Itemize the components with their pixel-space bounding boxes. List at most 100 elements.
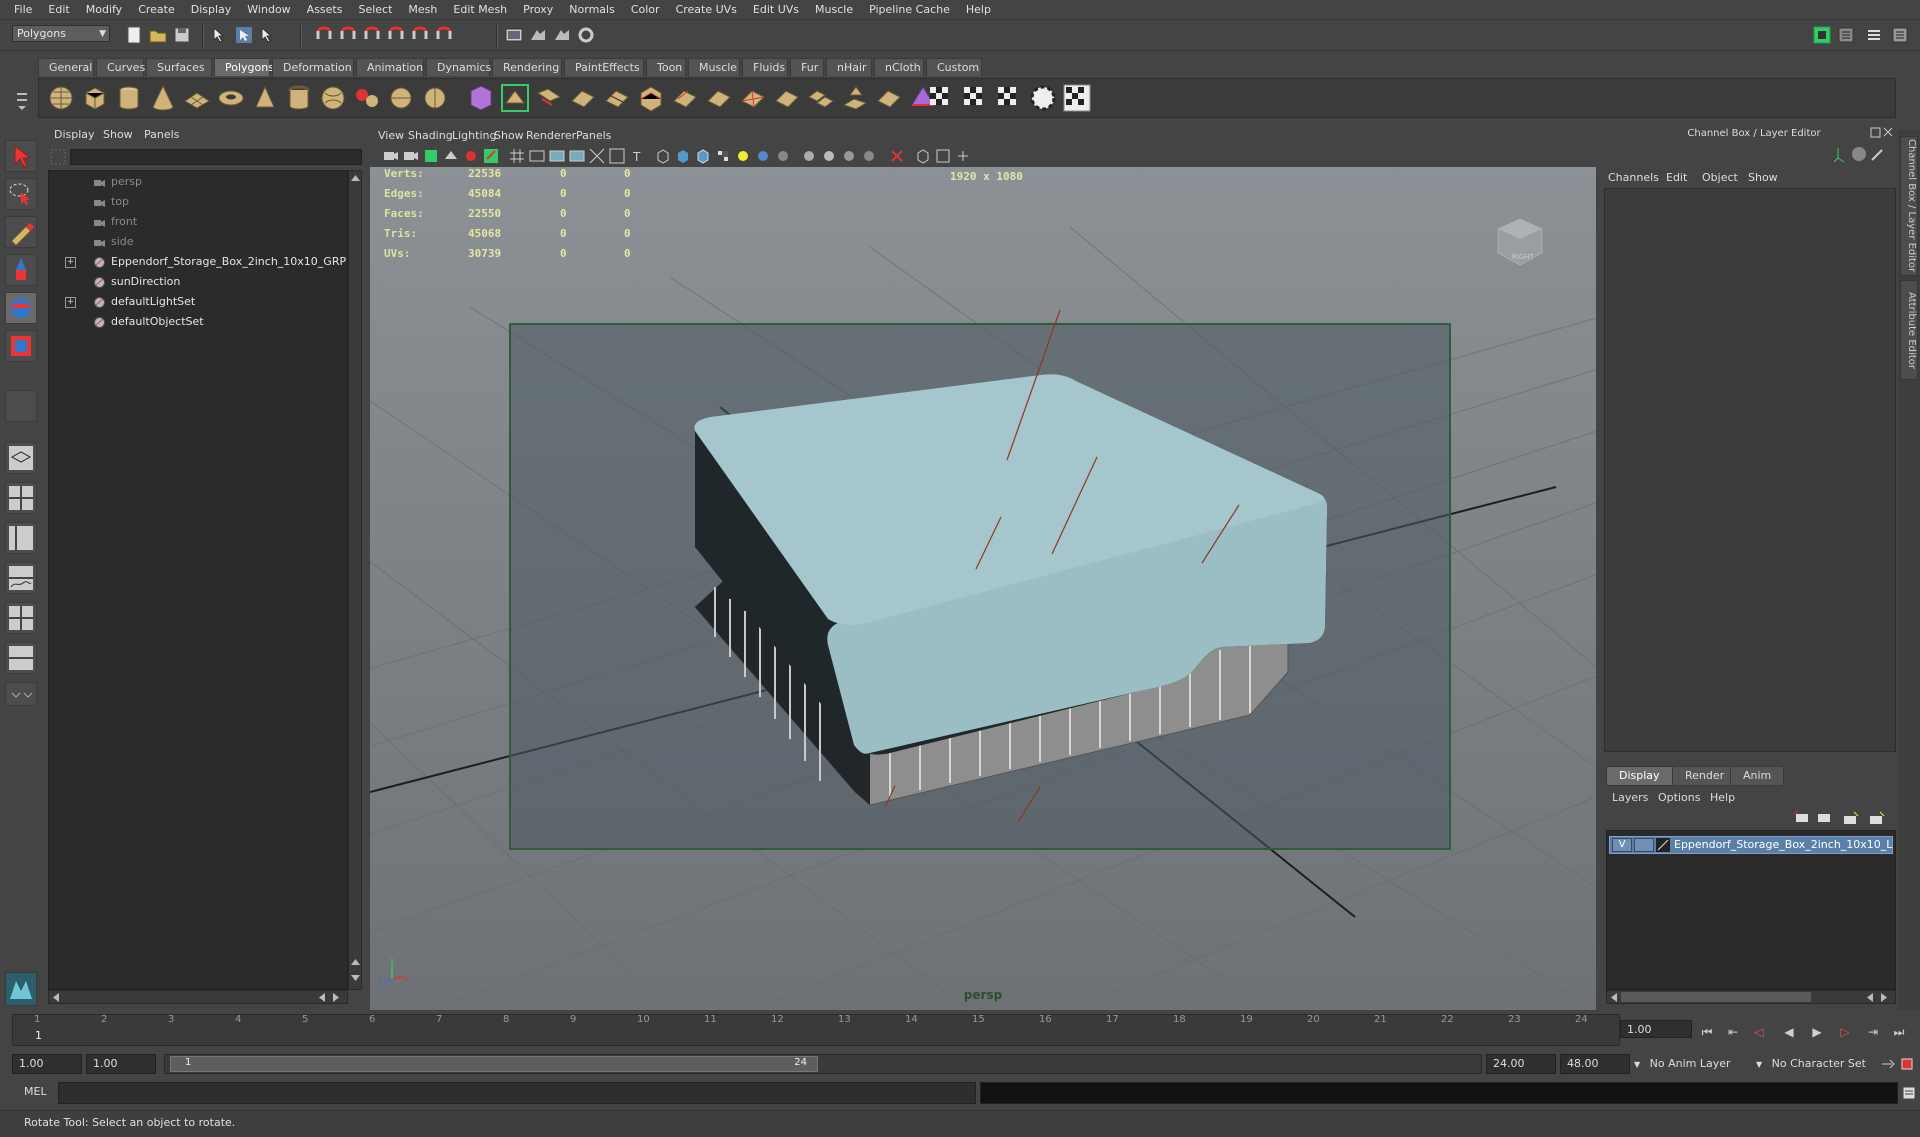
menu-display[interactable]: Display (183, 3, 240, 16)
select-by-component-icon[interactable] (258, 25, 278, 45)
play-forward-button[interactable]: ▶ (1808, 1024, 1826, 1040)
resolution-gate-icon[interactable] (548, 147, 566, 165)
script-language-toggle[interactable]: MEL (10, 1080, 54, 1104)
viewport-menu-view[interactable]: View (378, 129, 404, 142)
viewport-menu-show[interactable]: Show (494, 129, 524, 142)
character-set-dropdown[interactable]: ▼ No Character Set (1756, 1054, 1866, 1074)
menu-window[interactable]: Window (239, 3, 298, 16)
animation-start-field[interactable]: 1.00 (12, 1054, 82, 1074)
shelf-tab-animation[interactable]: Animation (356, 58, 424, 76)
layer-playback-toggle[interactable] (1634, 838, 1654, 852)
toggle-attribute-editor-icon[interactable] (1836, 25, 1856, 45)
layout-persp-graph-button[interactable] (5, 562, 37, 594)
new-scene-icon[interactable] (124, 25, 144, 45)
planar-mapping-icon[interactable] (960, 83, 990, 113)
layout-persp-outliner-button[interactable] (5, 522, 37, 554)
range-slider-handle[interactable]: 1 24 (170, 1056, 818, 1072)
slide-edge-icon[interactable] (704, 83, 734, 113)
menu-edit[interactable]: Edit (40, 3, 77, 16)
poly-plane-icon[interactable] (182, 83, 212, 113)
insert-edge-loop-icon[interactable] (636, 83, 666, 113)
film-gate-icon[interactable] (528, 147, 546, 165)
lasso-tool-button[interactable] (5, 178, 37, 210)
menu-help[interactable]: Help (958, 3, 999, 16)
snap-view-icon[interactable] (434, 25, 454, 45)
shelf-tab-general[interactable]: General (38, 58, 94, 76)
offset-edge-loop-icon[interactable] (670, 83, 700, 113)
perspective-viewport[interactable]: RIGHT y x z Verts: 22536 0 0 Edges: 4508… (370, 167, 1596, 1010)
scroll-left-icon[interactable] (1865, 992, 1875, 1003)
layout-options-button[interactable] (5, 682, 37, 706)
shelf-tab-ncloth[interactable]: nCloth (874, 58, 924, 76)
auto-key-icons[interactable] (1880, 1057, 1916, 1071)
append-polygon-icon[interactable] (568, 83, 598, 113)
shelf-tab-fur[interactable]: Fur (790, 58, 824, 76)
outliner-search-input[interactable] (70, 149, 362, 165)
menu-assets[interactable]: Assets (299, 3, 351, 16)
gate-mask-icon[interactable] (568, 147, 586, 165)
safe-title-icon[interactable]: T (628, 147, 646, 165)
display-layer-row[interactable]: V Eppendorf_Storage_Box_2inch_10x10_Laye… (1609, 836, 1893, 854)
layout-hypershade-button[interactable] (5, 602, 37, 634)
outliner-item[interactable]: sunDirection (49, 272, 349, 292)
wireframe-icon[interactable] (654, 147, 672, 165)
menu-proxy[interactable]: Proxy (515, 3, 561, 16)
uv-checker-icon[interactable] (926, 83, 956, 113)
cylindrical-mapping-icon[interactable] (994, 83, 1024, 113)
shelf-tab-curves[interactable]: Curves (96, 58, 145, 76)
menu-edit-uvs[interactable]: Edit UVs (745, 3, 807, 16)
tab-display-layers[interactable]: Display (1606, 766, 1673, 786)
outliner-item[interactable]: + defaultLightSet (49, 292, 349, 312)
sculpt-geometry-icon[interactable] (874, 83, 904, 113)
menu-muscle[interactable]: Muscle (807, 3, 861, 16)
scroll-right-icon[interactable] (331, 992, 341, 1003)
extract-icon[interactable] (420, 83, 450, 113)
outliner-menu-show[interactable]: Show (103, 128, 133, 141)
scroll-up-icon[interactable] (350, 957, 361, 967)
scroll-thumb[interactable] (1621, 992, 1811, 1002)
poly-sphere-icon[interactable] (46, 83, 76, 113)
step-back-frame-button[interactable]: ◁ (1750, 1024, 1768, 1040)
bookmarks-icon[interactable] (422, 147, 440, 165)
xray-active-icon[interactable] (914, 147, 932, 165)
layer-menu-help[interactable]: Help (1710, 791, 1735, 804)
shelf-tab-toon[interactable]: Toon (646, 58, 686, 76)
channel-box-menu-show[interactable]: Show (1748, 171, 1778, 184)
poly-cube-icon[interactable] (80, 83, 110, 113)
separate-icon[interactable] (386, 83, 416, 113)
menu-color[interactable]: Color (623, 3, 668, 16)
combine-icon[interactable] (352, 83, 382, 113)
viewport-menu-panels[interactable]: Panels (576, 129, 611, 142)
menu-create-uvs[interactable]: Create UVs (668, 3, 745, 16)
wireframe-on-shaded-icon[interactable] (694, 147, 712, 165)
layer-editor-scrollbar[interactable] (1606, 990, 1896, 1004)
expand-icon[interactable]: + (65, 297, 76, 308)
outliner-item[interactable]: persp (49, 172, 349, 192)
animation-end-field[interactable]: 48.00 (1560, 1054, 1630, 1074)
scale-tool-button[interactable] (5, 330, 37, 362)
current-time-field[interactable]: 1.00 (1620, 1020, 1692, 1038)
shelf-menu-icon[interactable] (14, 82, 30, 112)
step-forward-frame-button[interactable]: ▷ (1836, 1024, 1854, 1040)
ipr-render-icon[interactable] (552, 25, 572, 45)
field-chart-icon[interactable] (588, 147, 606, 165)
paint-select-tool-button[interactable] (5, 216, 37, 248)
playback-end-field[interactable]: 24.00 (1486, 1054, 1556, 1074)
snap-point-icon[interactable] (362, 25, 382, 45)
image-plane-icon[interactable] (442, 147, 460, 165)
toggle-tool-settings-icon[interactable] (1864, 25, 1884, 45)
shelf-tab-deformation[interactable]: Deformation (272, 58, 354, 76)
layout-graph-button[interactable] (5, 642, 37, 674)
tab-attribute-editor[interactable]: Attribute Editor (1900, 280, 1918, 380)
tab-render-layers[interactable]: Render (1672, 766, 1738, 786)
render-settings-icon[interactable] (576, 25, 596, 45)
snap-grid-icon[interactable] (314, 25, 334, 45)
screen-space-reflection-icon[interactable] (860, 147, 878, 165)
layer-menu-options[interactable]: Options (1658, 791, 1700, 804)
split-polygon-icon[interactable] (602, 83, 632, 113)
backface-culling-icon[interactable] (954, 147, 972, 165)
render-view-icon[interactable] (504, 25, 524, 45)
channel-box-menu-edit[interactable]: Edit (1666, 171, 1687, 184)
script-editor-icon[interactable] (1902, 1086, 1916, 1100)
channel-box-mode-icons[interactable] (1832, 144, 1890, 164)
